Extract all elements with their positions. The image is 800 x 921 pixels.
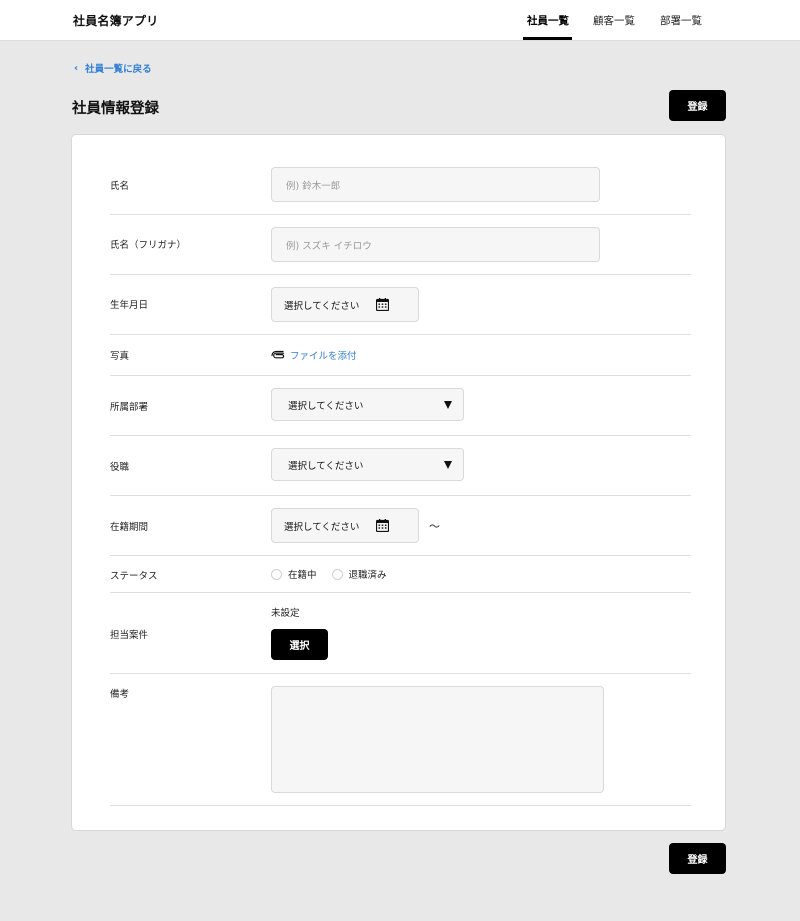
radio-circle xyxy=(331,568,343,580)
tab-customers[interactable]: 顧客一覧 xyxy=(593,13,635,28)
name-kana-input[interactable]: 例) スズキ イチロウ xyxy=(271,227,600,262)
page-title: 社員情報登録 xyxy=(72,101,159,117)
status-radio-retired[interactable]: 退職済み xyxy=(331,567,387,581)
select-projects-button[interactable]: 選択 xyxy=(271,629,328,660)
divider xyxy=(110,375,691,376)
radio-circle xyxy=(271,568,282,580)
register-button-bottom[interactable]: 登録 xyxy=(669,843,726,874)
department-select-value: 選択してください xyxy=(288,400,364,412)
dropdown-arrow-icon xyxy=(444,401,452,409)
notes-textarea[interactable] xyxy=(271,686,604,793)
tenure-label: 在籍期間 xyxy=(110,522,149,533)
attach-file-label: ファイルを添付 xyxy=(290,351,357,362)
projects-label: 担当案件 xyxy=(110,630,149,641)
divider xyxy=(110,214,691,215)
birthdate-picker[interactable]: 選択してください xyxy=(271,287,419,322)
back-link-label: 社員一覧に戻る xyxy=(85,64,152,75)
tenure-start-picker[interactable]: 選択してください xyxy=(271,508,419,543)
tab-employees[interactable]: 社員一覧 xyxy=(527,13,569,28)
notes-label: 備考 xyxy=(110,689,130,700)
position-label: 役職 xyxy=(110,462,130,473)
back-to-employee-list-link[interactable]: ‹ 社員一覧に戻る xyxy=(74,61,152,76)
tab-departments[interactable]: 部署一覧 xyxy=(660,13,702,28)
attach-file-link[interactable]: ファイルを添付 xyxy=(271,348,357,362)
active-tab-indicator xyxy=(523,37,572,40)
calendar-icon xyxy=(376,519,389,532)
divider xyxy=(110,673,691,674)
name-kana-label: 氏名（フリガナ） xyxy=(110,240,187,251)
photo-label: 写真 xyxy=(110,351,130,362)
paperclip-icon xyxy=(271,350,285,359)
name-label: 氏名 xyxy=(110,181,130,192)
name-input[interactable]: 例) 鈴木一郎 xyxy=(271,167,600,202)
birthdate-value: 選択してください xyxy=(284,300,360,312)
divider xyxy=(110,495,691,496)
status-option-retired-label: 退職済み xyxy=(348,570,387,581)
tenure-start-value: 選択してください xyxy=(284,521,360,533)
chevron-left-icon: ‹ xyxy=(74,62,79,74)
status-radio-active[interactable]: 在籍中 xyxy=(271,567,317,581)
position-select-value: 選択してください xyxy=(288,460,364,472)
divider xyxy=(110,555,691,556)
dropdown-arrow-icon xyxy=(444,461,452,469)
department-select[interactable]: 選択してください xyxy=(271,388,464,421)
employee-form-card: 氏名 例) 鈴木一郎 氏名（フリガナ） 例) スズキ イチロウ 生年月日 選択し… xyxy=(71,134,726,831)
status-option-active-label: 在籍中 xyxy=(288,570,317,581)
department-label: 所属部署 xyxy=(110,402,149,413)
status-label: ステータス xyxy=(110,571,158,582)
register-button-top[interactable]: 登録 xyxy=(669,90,726,121)
divider xyxy=(110,274,691,275)
app-title: 社員名簿アプリ xyxy=(73,14,159,28)
divider xyxy=(110,592,691,593)
divider xyxy=(110,805,691,806)
birthdate-label: 生年月日 xyxy=(110,300,149,311)
divider xyxy=(110,435,691,436)
date-range-separator: 〜 xyxy=(429,520,440,533)
projects-value: 未設定 xyxy=(271,608,300,619)
divider xyxy=(110,334,691,335)
position-select[interactable]: 選択してください xyxy=(271,448,464,481)
top-navigation-bar: 社員名簿アプリ 社員一覧 顧客一覧 部署一覧 xyxy=(0,0,800,41)
status-radio-group: 在籍中 退職済み xyxy=(271,567,402,581)
calendar-icon xyxy=(376,298,389,311)
